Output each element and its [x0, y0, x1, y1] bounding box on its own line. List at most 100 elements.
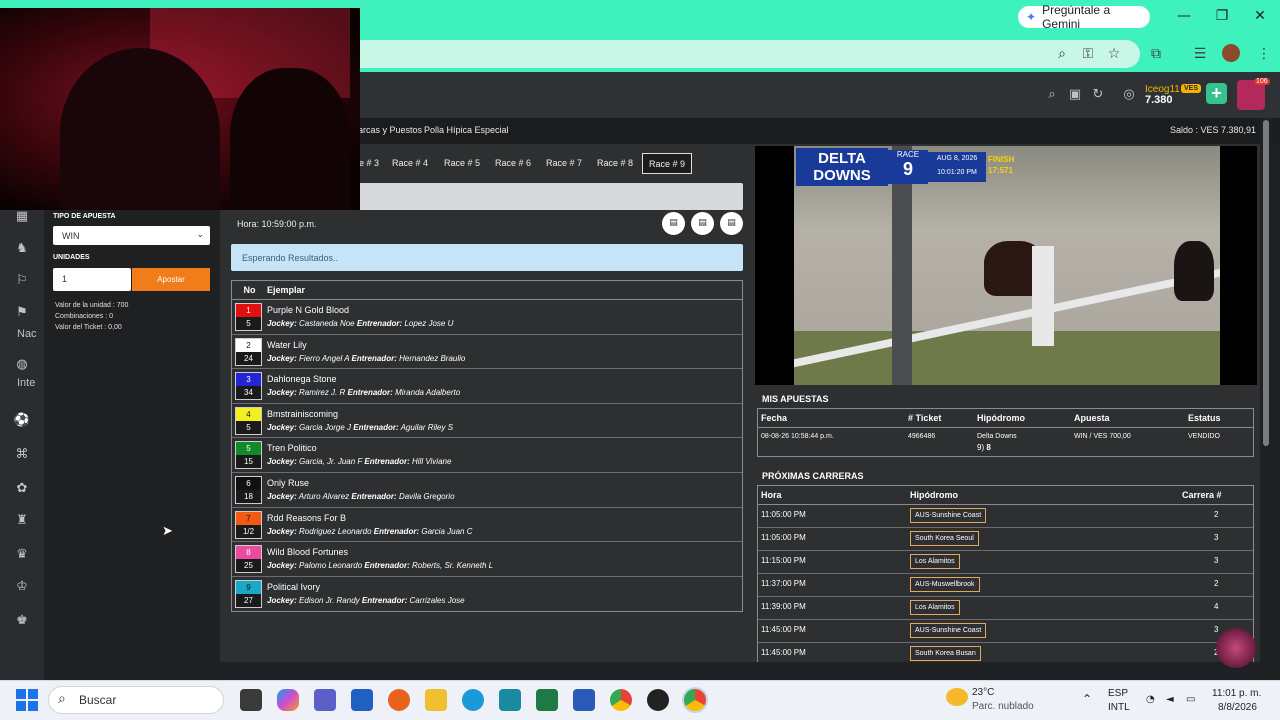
clock-time[interactable]: 11:01 p. m.: [1212, 688, 1261, 699]
taskbar-search[interactable]: ⌕ Buscar: [48, 686, 224, 714]
crown-icon[interactable]: ♛: [13, 546, 31, 564]
scrollbar-thumb[interactable]: [1263, 120, 1269, 446]
tab-race-4[interactable]: Race # 4: [386, 153, 434, 174]
horse-icon[interactable]: ♞: [13, 240, 31, 258]
key-icon[interactable]: ⚿: [1078, 44, 1098, 64]
king-icon[interactable]: ♚: [13, 612, 31, 630]
table-row[interactable]: 7 1/2 Rdd Reasons For B Jockey: Rodriguez L…: [232, 508, 742, 543]
volume-icon[interactable]: ◄: [1166, 694, 1174, 705]
pdf-icon[interactable]: ▤: [720, 212, 743, 235]
gemini-button[interactable]: ✦ Pregúntale a Gemini: [1018, 3, 1150, 31]
reading-list-icon[interactable]: ☰: [1190, 44, 1210, 64]
zoom-icon[interactable]: ⌕: [1052, 44, 1072, 64]
table-row[interactable]: 1 5 Purple N Gold Blood Jockey: Castaneda N…: [232, 300, 742, 335]
weather-icon[interactable]: [946, 688, 968, 706]
nav-link-polla[interactable]: Polla Hípica Especial: [424, 125, 509, 135]
copilot-icon[interactable]: [277, 689, 299, 711]
dealer-icon[interactable]: ♜: [13, 512, 31, 530]
table-row[interactable]: 8 25 Wild Blood Fortunes Jockey: Palomo Leo…: [232, 542, 742, 577]
track-tag[interactable]: Los Alamitos: [910, 600, 960, 615]
table-row[interactable]: 08-08-26 10:58:44 p.m. 4966486 Delta Dow…: [758, 428, 1253, 456]
soccer-icon[interactable]: ⚽: [13, 412, 31, 430]
table-row[interactable]: 11:37:00 PM AUS-Muswellbrook 2: [758, 574, 1253, 597]
track-tag[interactable]: AUS-Sunshine Coast: [910, 623, 987, 638]
bookmark-star-icon[interactable]: ☆: [1104, 44, 1124, 64]
word-icon[interactable]: [573, 689, 595, 711]
weather-temp[interactable]: 23°C: [972, 687, 994, 698]
floating-chat-icon[interactable]: [1216, 628, 1256, 668]
table-row[interactable]: 5 15 Tren Politico Jockey: Garcia, Jr. Juan…: [232, 438, 742, 473]
calendar-icon[interactable]: ▦: [13, 208, 31, 226]
tab-race-6[interactable]: Race # 6: [489, 153, 537, 174]
nav-link-marcas[interactable]: arcas y Puestos: [358, 125, 422, 135]
track-tag[interactable]: South Korea Seoul: [910, 531, 979, 546]
task-view-icon[interactable]: [240, 689, 262, 711]
battery-icon[interactable]: ▭: [1186, 694, 1195, 705]
jockey-label: Jockey:: [267, 422, 297, 432]
teams-icon[interactable]: [314, 689, 336, 711]
chrome-profile-icon[interactable]: [647, 689, 669, 711]
runner-connections: Jockey: Edison Jr. Randy Entrenador: Car…: [267, 596, 465, 605]
track-tag[interactable]: Los Alamitos: [910, 554, 960, 569]
units-input[interactable]: 1: [53, 268, 131, 291]
bet-type-select[interactable]: WIN ⌄: [53, 226, 210, 245]
tab-race-8[interactable]: Race # 8: [591, 153, 639, 174]
table-row[interactable]: 11:39:00 PM Los Alamitos 4: [758, 597, 1253, 620]
table-row[interactable]: 11:45:00 PMSouth Korea Busan2: [758, 643, 1253, 662]
store-icon[interactable]: [351, 689, 373, 711]
chevron-up-icon[interactable]: ⌃: [1082, 692, 1092, 706]
kebab-menu-icon[interactable]: ⋮: [1254, 44, 1274, 64]
table-row[interactable]: 2 24 Water Lily Jockey: Fierro Angel A Entr…: [232, 335, 742, 370]
tab-race-3[interactable]: e # 3: [358, 153, 380, 174]
globe-icon[interactable]: ◍: [13, 356, 31, 374]
history-icon[interactable]: ↻: [1089, 86, 1107, 104]
edge-icon[interactable]: [462, 689, 484, 711]
extensions-icon[interactable]: ⧉: [1146, 44, 1166, 64]
track-tag[interactable]: AUS-Sunshine Coast: [910, 508, 987, 523]
search-icon[interactable]: ⌕: [1043, 86, 1061, 104]
wifi-icon[interactable]: ◔: [1146, 694, 1155, 705]
chrome-active-icon[interactable]: [682, 687, 708, 713]
running-icon[interactable]: ⚐: [13, 272, 31, 290]
clock-date[interactable]: 8/8/2026: [1218, 702, 1257, 713]
minimize-button[interactable]: —: [1174, 8, 1194, 24]
trophy-icon[interactable]: ♔: [13, 578, 31, 596]
maximize-button[interactable]: ❐: [1212, 8, 1232, 24]
sidebar-label-inte[interactable]: Inte: [17, 377, 35, 389]
chrome-icon[interactable]: [610, 689, 632, 711]
language-layout[interactable]: INTL: [1108, 702, 1130, 713]
table-row[interactable]: 11:05:00 PM AUS-Sunshine Coast 2: [758, 505, 1253, 528]
sidebar-label-nac[interactable]: Nac: [17, 328, 37, 340]
track-tag[interactable]: South Korea Busan: [910, 646, 981, 661]
close-window-button[interactable]: ✕: [1250, 8, 1270, 24]
file-explorer-icon[interactable]: [425, 689, 447, 711]
gift-icon[interactable]: ▣: [1066, 86, 1084, 104]
pdf-icon[interactable]: ▤: [691, 212, 714, 235]
tab-race-9[interactable]: Race # 9: [642, 153, 692, 174]
profile-avatar[interactable]: [1222, 44, 1240, 62]
firefox-icon[interactable]: [388, 689, 410, 711]
table-row[interactable]: 11:15:00 PM Los Alamitos 3: [758, 551, 1253, 574]
table-row[interactable]: 11:45:00 PM AUS-Sunshine Coast 3: [758, 620, 1253, 643]
header-balance[interactable]: 7.380: [1145, 94, 1173, 106]
tab-race-7[interactable]: Race # 7: [540, 153, 588, 174]
pdf-icon[interactable]: ▤: [662, 212, 685, 235]
track-tag[interactable]: AUS-Muswellbrook: [910, 577, 980, 592]
animal-icon[interactable]: ✿: [13, 480, 31, 498]
deposit-button[interactable]: +: [1206, 83, 1227, 104]
table-row[interactable]: 11:05:00 PM South Korea Seoul 3: [758, 528, 1253, 551]
apostar-button[interactable]: Apostar: [132, 268, 210, 291]
tab-race-5[interactable]: Race # 5: [438, 153, 486, 174]
address-bar[interactable]: [340, 40, 1140, 68]
windows-start-icon[interactable]: [16, 689, 38, 711]
table-row[interactable]: 4 5 Bmstrainiscoming Jockey: Garcia Jorge J…: [232, 404, 742, 439]
flag-icon[interactable]: ⚑: [13, 304, 31, 322]
table-row[interactable]: 6 18 Only Ruse Jockey: Arturo Alvarez Entre…: [232, 473, 742, 508]
app-icon[interactable]: [499, 689, 521, 711]
excel-icon[interactable]: [536, 689, 558, 711]
gamepad-icon[interactable]: ⌘: [13, 446, 31, 464]
table-row[interactable]: 3 34 Dahlonega Stone Jockey: Ramirez J. R E…: [232, 369, 742, 404]
language-code[interactable]: ESP: [1108, 688, 1128, 699]
weather-desc[interactable]: Parc. nublado: [972, 701, 1034, 712]
table-row[interactable]: 9 27 Political Ivory Jockey: Edison Jr. Ran…: [232, 577, 742, 612]
